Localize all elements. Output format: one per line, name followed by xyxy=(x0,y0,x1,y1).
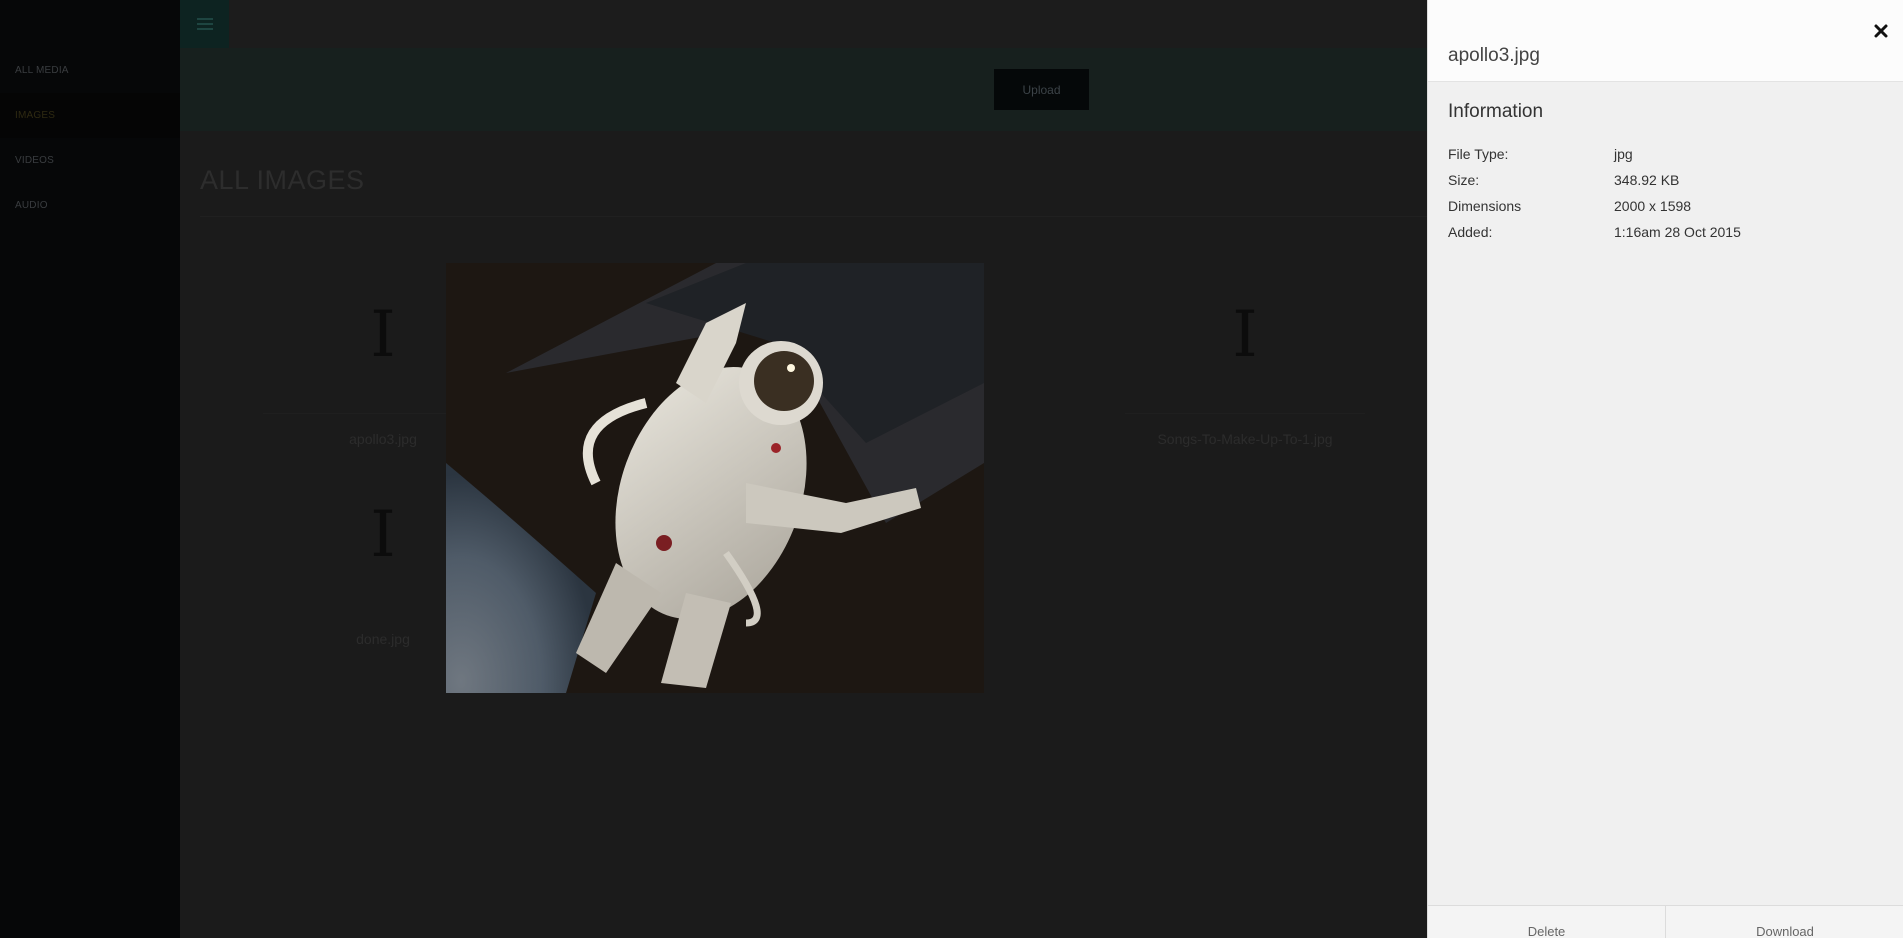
image-file-icon: I xyxy=(1232,298,1258,372)
info-value: 1:16am 28 Oct 2015 xyxy=(1614,224,1741,240)
info-value: 2000 x 1598 xyxy=(1614,198,1692,214)
panel-footer: Delete Download xyxy=(1428,905,1903,938)
sidebar-item-images[interactable]: IMAGES xyxy=(0,93,180,138)
image-preview[interactable] xyxy=(446,263,984,693)
hamburger-icon xyxy=(196,18,213,30)
info-label: Dimensions xyxy=(1448,198,1522,214)
info-heading: Information xyxy=(1448,101,1544,122)
info-value: jpg xyxy=(1614,146,1633,162)
divider xyxy=(1125,413,1365,414)
astronaut-image xyxy=(446,263,984,693)
panel-header: apollo3.jpg xyxy=(1428,0,1903,82)
sidebar-item-videos[interactable]: VIDEOS xyxy=(0,138,180,183)
file-title: apollo3.jpg xyxy=(1448,45,1540,66)
menu-toggle-button[interactable] xyxy=(180,0,229,48)
download-button[interactable]: Download xyxy=(1666,906,1903,938)
info-label: Added: xyxy=(1448,224,1493,240)
file-info-panel: apollo3.jpg Information File Type: jpg S… xyxy=(1427,0,1903,938)
info-label: File Type: xyxy=(1448,146,1509,162)
delete-button[interactable]: Delete xyxy=(1428,906,1666,938)
page-title: ALL IMAGES xyxy=(200,165,365,195)
close-icon[interactable] xyxy=(1872,22,1890,40)
info-label: Size: xyxy=(1448,172,1480,188)
sidebar: ALL MEDIA IMAGES VIDEOS AUDIO xyxy=(0,0,180,938)
sidebar-item-audio[interactable]: AUDIO xyxy=(0,183,180,228)
file-name: Songs-To-Make-Up-To-1.jpg xyxy=(1157,431,1333,447)
upload-button[interactable]: Upload xyxy=(994,69,1089,110)
media-manager-app: ALL MEDIA IMAGES VIDEOS AUDIO Upload ALL… xyxy=(0,0,1903,938)
info-value: 348.92 KB xyxy=(1614,172,1680,188)
media-tile[interactable]: I Songs-To-Make-Up-To-1.jpg xyxy=(1125,271,1365,447)
sidebar-item-all-media[interactable]: ALL MEDIA xyxy=(0,48,180,93)
